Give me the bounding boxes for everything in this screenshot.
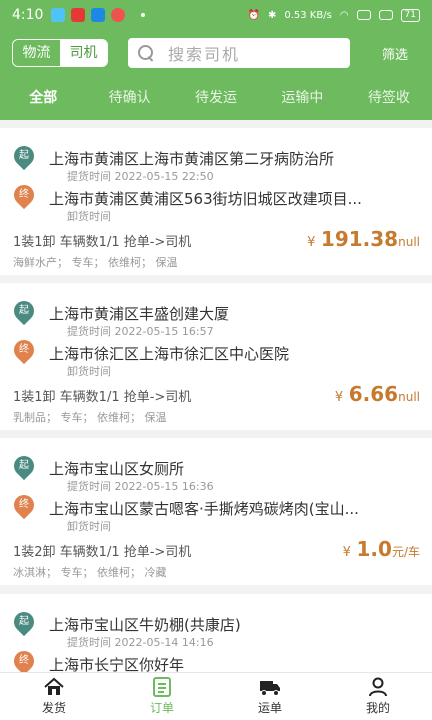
- pickup-time: 提货时间 2022-05-14 14:16: [67, 636, 214, 649]
- app-notification-icon: [51, 8, 66, 22]
- destination-marker-icon: 终: [9, 646, 39, 672]
- unload-time: 卸货时间: [67, 365, 111, 378]
- order-info: 1装1卸 车辆数1/1 抢单->司机: [13, 390, 192, 405]
- truck-icon: [260, 681, 280, 696]
- battery-icon: 71: [400, 8, 420, 22]
- tab-pending-sign[interactable]: 待签收: [346, 76, 432, 120]
- bluetooth-icon: ✱: [267, 9, 277, 21]
- origin-marker-icon: 起: [9, 451, 39, 481]
- role-toggle[interactable]: 物流 司机: [12, 39, 108, 67]
- order-card[interactable]: 起 上海市黄浦区丰盛创建大厦 提货时间 2022-05-15 16:57 终 上…: [0, 283, 432, 430]
- order-tags: 冰淇淋； 专车； 依维柯； 冷藏: [13, 566, 167, 579]
- wifi-icon: ◠: [339, 9, 349, 21]
- app-notification-icon: [71, 8, 86, 22]
- order-list: 起 上海市黄浦区上海市黄浦区第二牙病防治所 提货时间 2022-05-15 22…: [0, 120, 432, 672]
- origin-marker-icon: 起: [9, 141, 39, 171]
- more-notifications-icon: [141, 13, 146, 17]
- nav-ship[interactable]: 发货: [0, 673, 108, 720]
- destination-address: 上海市黄浦区黄浦区563街坊旧城区改建项目...: [49, 190, 362, 208]
- profile-icon: [369, 677, 387, 697]
- order-tags: 海鲜水产； 专车； 依维柯； 保温: [13, 256, 178, 269]
- order-price: ¥ 191.38null: [307, 227, 420, 251]
- order-list-icon: [153, 677, 171, 697]
- order-info: 1装1卸 车辆数1/1 抢单->司机: [13, 235, 192, 250]
- search-placeholder: 搜索司机: [168, 45, 241, 64]
- nav-orders-label: 订单: [149, 701, 174, 715]
- destination-address: 上海市宝山区蒙古嗯客·手撕烤鸡碳烤肉(宝山...: [49, 500, 359, 518]
- origin-address: 上海市黄浦区丰盛创建大厦: [49, 305, 230, 323]
- nav-profile[interactable]: 我的: [324, 673, 432, 720]
- status-tabs: 全部 待确认 待发运 运输中 待签收: [0, 76, 432, 120]
- order-card[interactable]: 起 上海市宝山区牛奶棚(共康店) 提货时间 2022-05-14 14:16 终…: [0, 594, 432, 672]
- destination-marker-icon: 终: [9, 335, 39, 365]
- order-price: ¥ 6.66null: [334, 382, 420, 406]
- unload-time: 卸货时间: [67, 520, 111, 533]
- hd-icon: [356, 10, 371, 20]
- bottom-nav: 发货 订单 运单 我的: [0, 672, 432, 720]
- destination-address: 上海市长宁区你好年: [49, 656, 185, 672]
- order-card[interactable]: 起 上海市宝山区女厕所 提货时间 2022-05-15 16:36 终 上海市宝…: [0, 438, 432, 585]
- app-notification-icon: [111, 8, 126, 22]
- tab-all[interactable]: 全部: [0, 76, 86, 120]
- origin-address: 上海市黄浦区上海市黄浦区第二牙病防治所: [49, 150, 335, 168]
- pickup-time: 提货时间 2022-05-15 16:57: [67, 325, 214, 338]
- unload-time: 卸货时间: [67, 210, 111, 223]
- tab-pending-confirm[interactable]: 待确认: [86, 76, 172, 120]
- tab-in-transit[interactable]: 运输中: [259, 76, 345, 120]
- network-speed: 0.53 KB/s: [284, 9, 332, 21]
- destination-address: 上海市徐汇区上海市徐汇区中心医院: [49, 345, 290, 363]
- toggle-driver[interactable]: 司机: [60, 40, 107, 66]
- order-price: ¥ 1.0元/车: [342, 537, 420, 561]
- order-info: 1装2卸 车辆数1/1 抢单->司机: [13, 545, 192, 560]
- nav-waybill[interactable]: 运单: [216, 673, 324, 720]
- origin-address: 上海市宝山区女厕所: [49, 460, 185, 478]
- pickup-time: 提货时间 2022-05-15 22:50: [67, 170, 214, 183]
- nav-waybill-label: 运单: [257, 701, 282, 715]
- alarm-icon: ⏰: [247, 9, 260, 21]
- status-bar: 4:10 ⏰ ✱ 0.53 KB/s ◠ 71: [0, 0, 432, 30]
- home-icon: [44, 677, 64, 695]
- signal-icon: [378, 10, 393, 20]
- nav-profile-label: 我的: [365, 701, 390, 715]
- status-indicators: ⏰ ✱ 0.53 KB/s ◠ 71: [247, 8, 420, 22]
- pickup-time: 提货时间 2022-05-15 16:36: [67, 480, 214, 493]
- toggle-logistics[interactable]: 物流: [13, 40, 60, 66]
- origin-marker-icon: 起: [9, 296, 39, 326]
- origin-address: 上海市宝山区牛奶棚(共康店): [49, 616, 241, 634]
- search-input[interactable]: 搜索司机: [128, 38, 350, 68]
- tab-pending-ship[interactable]: 待发运: [173, 76, 259, 120]
- destination-marker-icon: 终: [9, 180, 39, 210]
- order-tags: 乳制品； 专车； 依维柯； 保温: [13, 411, 167, 424]
- destination-marker-icon: 终: [9, 490, 39, 520]
- origin-marker-icon: 起: [9, 607, 39, 637]
- filter-button[interactable]: 筛选: [382, 44, 408, 63]
- header: 物流 司机 搜索司机 筛选: [0, 30, 432, 76]
- app-notification-icon: [91, 8, 106, 22]
- nav-orders[interactable]: 订单: [108, 673, 216, 720]
- nav-ship-label: 发货: [41, 701, 66, 715]
- search-icon: [138, 45, 154, 61]
- order-card[interactable]: 起 上海市黄浦区上海市黄浦区第二牙病防治所 提货时间 2022-05-15 22…: [0, 128, 432, 275]
- status-time: 4:10: [12, 7, 44, 23]
